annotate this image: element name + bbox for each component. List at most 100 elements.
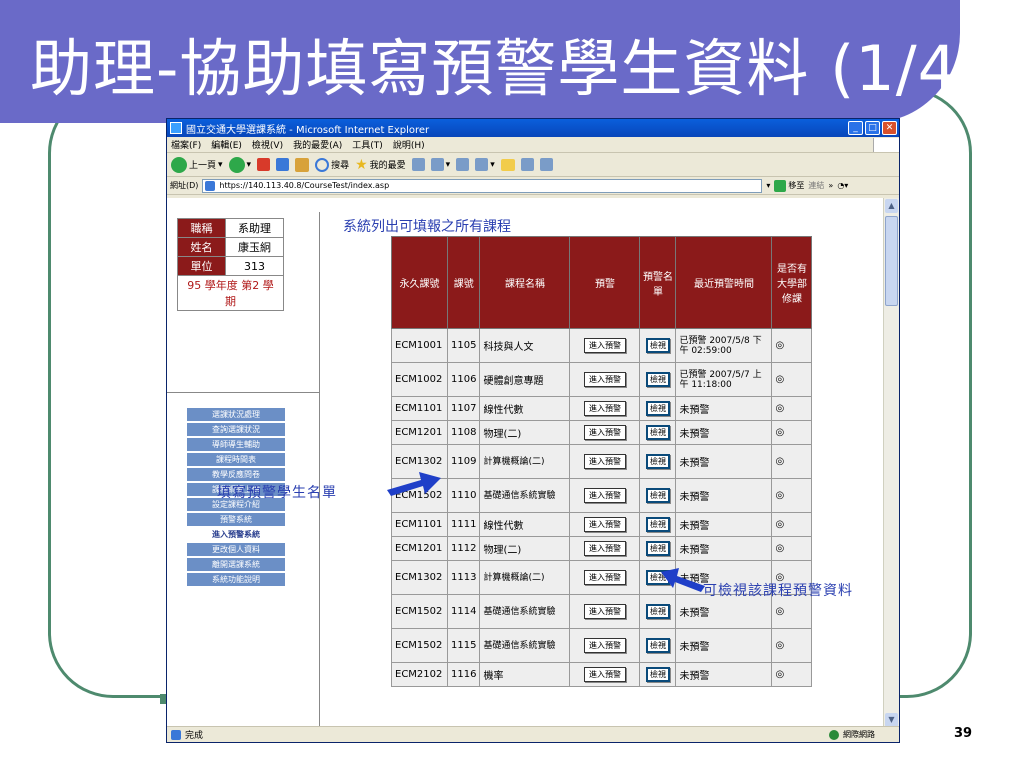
cell-course-name: 物理(二) — [479, 536, 571, 561]
address-input[interactable]: https://140.113.40.8/CourseTest/index.as… — [202, 178, 763, 193]
cell-course-name: 物理(二) — [479, 420, 571, 445]
links-button[interactable]: 連結 — [808, 180, 824, 191]
cell-code: 1112 — [446, 536, 481, 561]
side-menu-item[interactable]: 系統功能說明 — [187, 573, 285, 586]
mail-button[interactable]: ▾ — [430, 158, 450, 171]
enter-warning-button[interactable]: 進入預警 — [583, 425, 626, 440]
cell-code: 1107 — [446, 396, 481, 421]
view-list-button[interactable]: 檢視 — [645, 372, 670, 387]
folder-button[interactable] — [500, 158, 515, 171]
col-last-warn-time: 最近預警時間 — [675, 236, 773, 329]
cell-warn: 進入預警 — [569, 328, 641, 363]
enter-warning-button[interactable]: 進入預警 — [583, 638, 626, 653]
view-list-button[interactable]: 檢視 — [645, 604, 670, 619]
cell-perm-code: ECM1001 — [391, 328, 448, 363]
side-menu-item[interactable]: 教學反應問卷 — [187, 468, 285, 481]
cell-warn: 進入預警 — [569, 560, 641, 595]
menu-file[interactable]: 檔案(F) — [171, 138, 201, 151]
cell-perm-code: ECM1201 — [391, 536, 448, 561]
history-button[interactable] — [411, 158, 425, 171]
print-button[interactable] — [456, 158, 470, 171]
side-menu-item[interactable]: 更改個人資料 — [187, 543, 285, 556]
cell-undergrad: ◎ — [771, 420, 813, 445]
enter-warning-button[interactable]: 進入預警 — [583, 454, 626, 469]
messenger-button[interactable] — [539, 158, 553, 171]
side-menu-item[interactable]: 離開選課系統 — [187, 558, 285, 571]
view-list-button[interactable]: 檢視 — [645, 401, 670, 416]
panel-divider — [167, 392, 319, 393]
menu-edit[interactable]: 編輯(E) — [211, 138, 242, 151]
table-row: ECM1302 1109 計算機概論(二) 進入預警 檢視 未預警 ◎ — [391, 444, 813, 479]
edit-icon — [475, 158, 489, 171]
address-bar: 網址(D) https://140.113.40.8/CourseTest/in… — [167, 177, 899, 195]
toolbar: 上一頁 ▾ ▾ 搜尋 ★ 我的最愛 ▾ ▾ — [167, 153, 899, 177]
research-button[interactable] — [520, 158, 534, 171]
edit-button[interactable]: ▾ — [475, 158, 495, 171]
side-menu-item[interactable]: 課程時間表 — [187, 453, 285, 466]
cell-warn: 進入預警 — [569, 444, 641, 479]
enter-warning-button[interactable]: 進入預警 — [583, 667, 626, 682]
cell-undergrad: ◎ — [771, 478, 813, 513]
enter-warning-button[interactable]: 進入預警 — [583, 517, 626, 532]
enter-warning-button[interactable]: 進入預警 — [583, 401, 626, 416]
enter-warning-button[interactable]: 進入預警 — [583, 604, 626, 619]
view-list-button[interactable]: 檢視 — [645, 517, 670, 532]
cell-undergrad: ◎ — [771, 536, 813, 561]
view-list-button[interactable]: 檢視 — [645, 541, 670, 556]
view-list-button[interactable]: 檢視 — [645, 425, 670, 440]
menu-bar: 檔案(F) 編輯(E) 檢視(V) 我的最愛(A) 工具(T) 說明(H) — [167, 137, 899, 153]
table-row: ECM1101 1107 線性代數 進入預警 檢視 未預警 ◎ — [391, 396, 813, 421]
zone-label: 網際網路 — [843, 730, 875, 739]
forward-button[interactable]: ▾ — [228, 156, 251, 173]
cell-undergrad: ◎ — [771, 628, 813, 663]
side-menu-item[interactable]: 預警系統 — [187, 513, 285, 526]
menu-view[interactable]: 檢視(V) — [252, 138, 283, 151]
maximize-button[interactable]: □ — [865, 121, 880, 135]
extra-tool-icon[interactable]: ◔▾ — [837, 181, 848, 190]
address-dropdown-icon[interactable]: ▾ — [766, 181, 770, 190]
cell-warn-list: 檢視 — [639, 594, 677, 629]
close-button[interactable]: ✕ — [882, 121, 897, 135]
side-menu-item[interactable]: 查詢選課狀況 — [187, 423, 285, 436]
cell-perm-code: ECM1101 — [391, 396, 448, 421]
stop-button[interactable] — [257, 158, 271, 171]
favorites-button[interactable]: ★ 我的最愛 — [355, 157, 406, 173]
enter-warning-button[interactable]: 進入預警 — [583, 541, 626, 556]
window-title: 國立交通大學選課系統 - Microsoft Internet Explorer — [186, 124, 430, 136]
side-menu-item[interactable]: 選課狀況處理 — [187, 408, 285, 421]
table-row: ECM1001 1105 科技與人文 進入預警 檢視 已預警 2007/5/8 下午 02… — [391, 328, 813, 363]
research-icon — [520, 158, 534, 171]
cell-course-name: 機率 — [479, 662, 571, 687]
search-button[interactable]: 搜尋 — [315, 157, 349, 172]
scroll-thumb[interactable] — [885, 216, 898, 306]
scroll-down-icon[interactable]: ▼ — [885, 713, 898, 727]
view-list-button[interactable]: 檢視 — [645, 638, 670, 653]
view-list-button[interactable]: 檢視 — [645, 338, 670, 353]
refresh-button[interactable] — [276, 158, 290, 171]
menu-help[interactable]: 說明(H) — [393, 138, 425, 151]
vertical-scrollbar[interactable]: ▲ ▼ — [883, 198, 899, 728]
back-button[interactable]: 上一頁 ▾ — [171, 156, 223, 173]
minimize-button[interactable]: _ — [848, 121, 863, 135]
enter-warning-button[interactable]: 進入預警 — [583, 338, 626, 353]
menu-favorites[interactable]: 我的最愛(A) — [293, 138, 342, 151]
cell-perm-code: ECM1101 — [391, 512, 448, 537]
toolbar-chevron-icon[interactable]: » — [828, 181, 833, 190]
enter-warning-button[interactable]: 進入預警 — [583, 570, 626, 585]
enter-warning-button[interactable]: 進入預警 — [583, 372, 626, 387]
cell-code: 1111 — [446, 512, 481, 537]
table-header-row: 永久課號 課號 課程名稱 預警 預警名單 最近預警時間 是否有大學部修課 — [391, 236, 813, 329]
go-button[interactable]: 移至 — [774, 179, 804, 192]
view-list-button[interactable]: 檢視 — [645, 488, 670, 503]
view-list-button[interactable]: 檢視 — [645, 454, 670, 469]
enter-warning-button[interactable]: 進入預警 — [583, 488, 626, 503]
side-menu-item-active[interactable]: 進入預警系統 — [187, 528, 285, 541]
view-list-button[interactable]: 檢視 — [645, 667, 670, 682]
menu-tools[interactable]: 工具(T) — [352, 138, 383, 151]
table-row: ECM2102 1116 機率 進入預警 檢視 未預警 ◎ — [391, 662, 813, 687]
windows-logo-icon — [873, 137, 899, 152]
title-value: 系助理 — [225, 218, 284, 238]
home-button[interactable] — [295, 157, 310, 172]
side-menu-item[interactable]: 導師導生輔助 — [187, 438, 285, 451]
scroll-up-icon[interactable]: ▲ — [885, 199, 898, 213]
